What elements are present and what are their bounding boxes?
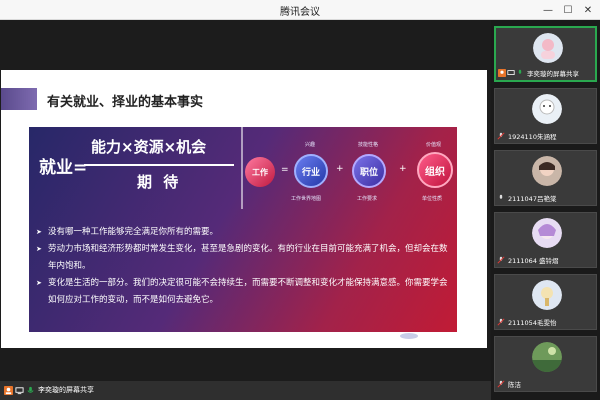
participant-label: 2111054毛雯怡	[497, 317, 556, 327]
employment-formula: 就业= 能力×资源×机会 期 待	[29, 127, 239, 209]
participant-label: 1924110朱涵程	[497, 131, 556, 141]
user-icon	[498, 69, 506, 77]
formula-lhs: 就业=	[39, 158, 88, 178]
formula-numerator: 能力×资源×机会	[91, 138, 207, 156]
screen-share-icon	[15, 387, 24, 395]
microphone-icon	[518, 69, 522, 74]
slide-title: 有关就业、择业的基本事实	[47, 95, 204, 110]
avatar	[532, 342, 562, 372]
share-owner-label: 李奕璇的屏幕共享	[38, 386, 94, 394]
participant-name: 陈洁	[508, 381, 521, 389]
label-skill: 技能性格	[358, 142, 379, 148]
participant-name: 2111047吕艳棠	[508, 195, 557, 203]
avatar	[532, 94, 562, 124]
tencent-meeting-window: 腾讯会议 — ☐ ✕ 有关就业、择业的基本事实 就业= 能力×资源×机会 期 待…	[0, 0, 600, 400]
slide: 有关就业、择业的基本事实 就业= 能力×资源×机会 期 待 兴趣 技能性格 价值…	[1, 70, 487, 348]
participant-sidebar: 李奕璇的屏幕共享 1924110朱涵程 2111047吕艳棠 2111064 盛…	[491, 20, 600, 400]
microphone-muted-icon	[497, 318, 505, 326]
participant-name: 李奕璇的屏幕共享	[527, 70, 579, 78]
participant-name: 2111054毛雯怡	[508, 319, 557, 327]
window-controls: — ☐ ✕	[538, 1, 598, 19]
formula-denominator: 期 待	[137, 173, 182, 191]
participant-name: 1924110朱涵程	[508, 133, 557, 141]
microphone-icon	[499, 194, 503, 199]
user-icon	[4, 386, 13, 395]
participant-tile[interactable]: 2111047吕艳棠	[494, 150, 597, 206]
circle-work: 工作	[245, 157, 275, 187]
circle-position: 职位	[352, 154, 386, 188]
arrow-icon: ➤	[36, 245, 42, 253]
share-status-bar: 李奕璇的屏幕共享	[0, 381, 491, 400]
participant-tile[interactable]: 2111054毛雯怡	[494, 274, 597, 330]
banner-divider	[241, 127, 243, 209]
participant-label: 2111047吕艳棠	[497, 193, 556, 203]
minimize-icon[interactable]: —	[538, 1, 558, 19]
title-bar: 腾讯会议 — ☐ ✕	[0, 0, 600, 20]
fraction-line	[84, 164, 234, 166]
microphone-icon[interactable]	[26, 386, 35, 395]
avatar	[532, 156, 562, 186]
close-icon[interactable]: ✕	[578, 1, 598, 19]
plus-sign-1: +	[336, 164, 344, 174]
label-world-map: 工作世界地图	[291, 196, 322, 202]
participant-tile[interactable]: 1924110朱涵程	[494, 88, 597, 144]
avatar	[532, 218, 562, 248]
screen-share-icon	[507, 70, 515, 75]
avatar	[533, 33, 563, 63]
bullet-item: ➤ 变化是生活的一部分。我们的决定很可能不会持续生，而需要不断调整和变化才能保持…	[36, 275, 452, 309]
microphone-muted-icon	[497, 132, 505, 140]
window-title: 腾讯会议	[280, 7, 320, 18]
decorative-mark-icon	[400, 333, 418, 339]
participant-label: 陈洁	[497, 379, 521, 389]
label-requirements: 工作要求	[357, 196, 378, 202]
participant-tile[interactable]: 2111064 盛铃熠	[494, 212, 597, 268]
microphone-muted-icon	[497, 380, 505, 388]
arrow-icon: ➤	[36, 279, 42, 287]
label-value: 价值观	[426, 142, 442, 148]
microphone-muted-icon	[497, 256, 505, 264]
circle-industry: 行业	[294, 154, 328, 188]
participant-label: 李奕璇的屏幕共享	[498, 68, 579, 78]
arrow-icon: ➤	[36, 228, 42, 236]
participant-tile[interactable]: 陈洁	[494, 336, 597, 392]
participant-name: 2111064 盛铃熠	[508, 257, 559, 265]
participant-label: 2111064 盛铃熠	[497, 255, 559, 265]
bullet-item: ➤ 劳动力市场和经济形势都时常发生变化，甚至是急剧的变化。有的行业在目前可能充满…	[36, 241, 452, 275]
label-unit-nature: 单位性质	[422, 196, 443, 202]
bullet-item: ➤ 没有哪一种工作能够完全满足你所有的需要。	[36, 224, 452, 241]
plus-sign-2: +	[399, 164, 407, 174]
bullet-text: 劳动力市场和经济形势都时常发生变化，甚至是急剧的变化。有的行业在目前可能充满了机…	[48, 244, 448, 271]
equals-sign: =	[281, 165, 289, 175]
circle-organization: 组织	[417, 152, 453, 188]
maximize-icon[interactable]: ☐	[558, 1, 578, 19]
avatar	[532, 280, 562, 310]
bullet-text: 没有哪一种工作能够完全满足你所有的需要。	[48, 227, 219, 237]
label-interest: 兴趣	[305, 142, 316, 148]
shared-screen-area: 有关就业、择业的基本事实 就业= 能力×资源×机会 期 待 兴趣 技能性格 价值…	[0, 20, 491, 400]
slide-header: 有关就业、择业的基本事实	[1, 88, 487, 110]
bullet-list: ➤ 没有哪一种工作能够完全满足你所有的需要。 ➤ 劳动力市场和经济形势都时常发生…	[36, 224, 452, 309]
bullet-text: 变化是生活的一部分。我们的决定很可能不会持续生，而需要不断调整和变化才能保持满意…	[48, 278, 448, 305]
participant-tile[interactable]: 李奕璇的屏幕共享	[494, 26, 597, 82]
header-accent-bar	[1, 88, 37, 110]
formula-banner: 就业= 能力×资源×机会 期 待 兴趣 技能性格 价值观 工作 = 行业 + 职…	[29, 127, 457, 332]
